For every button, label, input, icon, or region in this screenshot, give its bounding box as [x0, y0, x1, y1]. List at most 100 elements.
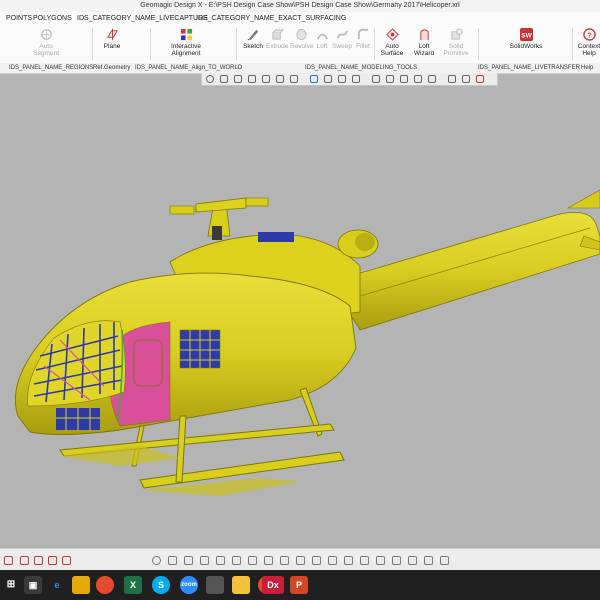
view-control-icon[interactable] — [168, 556, 177, 565]
edge-icon[interactable]: e — [48, 576, 66, 594]
solid-primitive-button[interactable]: Solid Primitive — [440, 25, 472, 57]
orbit-icon[interactable] — [206, 75, 214, 83]
view-control-icon[interactable] — [376, 556, 385, 565]
status-tool-icon[interactable] — [4, 556, 13, 565]
solidworks-label: SolidWorks — [509, 43, 543, 50]
context-help-button[interactable]: ? Context Help — [576, 25, 600, 57]
status-tool-icon[interactable] — [34, 556, 43, 565]
view-control-icon[interactable] — [312, 556, 321, 565]
fillet-button[interactable]: Fillet — [354, 25, 372, 50]
dx-icon[interactable]: Dx — [262, 576, 284, 594]
wireframe-icon[interactable] — [324, 75, 332, 83]
section-icon[interactable] — [338, 75, 346, 83]
view-control-icon[interactable] — [232, 556, 241, 565]
select-paint-icon[interactable] — [428, 75, 436, 83]
revolve-icon — [295, 28, 307, 41]
pan-icon[interactable] — [248, 75, 256, 83]
revolve-button[interactable]: Revolve — [290, 25, 314, 50]
help-icon: ? — [582, 28, 596, 41]
photos-icon[interactable] — [206, 576, 224, 594]
interactive-alignment-label: Interactive Alignment — [171, 43, 201, 57]
ribbon-separator — [374, 28, 375, 60]
tab-livecapture[interactable]: IDS_CATEGORY_NAME_LIVECAPTURE — [77, 12, 208, 25]
loft-wizard-label: Loft Wizard — [413, 43, 435, 57]
svg-text:SW: SW — [521, 32, 532, 39]
auto-segment-button[interactable]: Auto Segment — [32, 25, 60, 57]
view-control-icon[interactable] — [152, 556, 161, 565]
interactive-alignment-icon — [180, 28, 192, 41]
store-icon[interactable]: ▣ — [24, 576, 42, 594]
skype-icon[interactable]: S — [152, 576, 170, 594]
tail-boom — [329, 211, 600, 331]
ribbon-separator — [236, 28, 237, 60]
loft-button[interactable]: Loft — [314, 25, 330, 50]
view-control-icon[interactable] — [248, 556, 257, 565]
select-window-icon[interactable] — [386, 75, 394, 83]
loft-wizard-icon — [419, 29, 429, 41]
group-help: Help — [581, 65, 594, 71]
clip-icon[interactable] — [352, 75, 360, 83]
view-control-icon[interactable] — [328, 556, 337, 565]
filter-icon[interactable] — [448, 75, 456, 83]
visibility-icon[interactable] — [462, 75, 470, 83]
auto-surface-button[interactable]: Auto Surface — [376, 25, 408, 57]
extrude-button[interactable]: Extrude — [266, 25, 288, 50]
view-control-icon[interactable] — [264, 556, 273, 565]
view-control-icon[interactable] — [440, 556, 449, 565]
shaded-icon[interactable] — [310, 75, 318, 83]
view-control-icon[interactable] — [280, 556, 289, 565]
loft-wizard-button[interactable]: Loft Wizard — [410, 25, 438, 57]
view-control-icon[interactable] — [424, 556, 433, 565]
status-tool-icon[interactable] — [20, 556, 29, 565]
interactive-alignment-button[interactable]: Interactive Alignment — [164, 25, 208, 57]
tab-points[interactable]: POINTS — [6, 12, 32, 25]
start-icon[interactable]: ⊞ — [2, 576, 20, 594]
view-control-icon[interactable] — [184, 556, 193, 565]
view-control-icon[interactable] — [344, 556, 353, 565]
solidworks-icon: SW — [519, 28, 533, 41]
chrome-icon[interactable] — [96, 576, 114, 594]
excel-icon[interactable]: X — [124, 576, 142, 594]
helicopter-model — [14, 189, 600, 496]
select-icon[interactable] — [372, 75, 380, 83]
tab-exact-surfacing[interactable]: IDS_CATEGORY_NAME_EXACT_SURFACING — [196, 12, 346, 25]
select-brush-icon[interactable] — [414, 75, 422, 83]
sketch-button[interactable]: Sketch — [243, 25, 263, 50]
zoom-icon[interactable] — [234, 75, 242, 83]
model-viewport[interactable] — [0, 86, 600, 548]
view-control-icon[interactable] — [392, 556, 401, 565]
solidworks-button[interactable]: SW SolidWorks — [508, 25, 544, 50]
sweep-button[interactable]: Sweep — [332, 25, 352, 50]
tab-polygons[interactable]: POLYGONS — [33, 12, 72, 25]
view-iso-icon[interactable] — [290, 75, 298, 83]
view-toolbar — [201, 73, 498, 86]
select-lasso-icon[interactable] — [400, 75, 408, 83]
group-livetransfer: IDS_PANEL_NAME_LIVETRANSFER — [478, 65, 580, 71]
view-control-icon[interactable] — [360, 556, 369, 565]
auto-surface-icon — [385, 28, 399, 41]
plane-label: Plane — [103, 43, 121, 50]
svg-text:?: ? — [587, 30, 592, 39]
status-toolbar — [0, 548, 600, 571]
status-tool-icon[interactable] — [48, 556, 57, 565]
ribbon-tabs: POINTS POLYGONS IDS_CATEGORY_NAME_LIVECA… — [0, 12, 600, 26]
file-explorer-icon[interactable] — [72, 576, 90, 594]
ribbon-toolbar: Auto Segment Plane Interactive Alignment… — [0, 25, 600, 64]
group-modeling-tools: IDS_PANEL_NAME_MODELING_TOOLS — [305, 65, 418, 71]
view-front-icon[interactable] — [262, 75, 270, 83]
zoom-fit-icon[interactable] — [220, 75, 228, 83]
plane-icon — [106, 28, 118, 41]
plane-button[interactable]: Plane — [98, 25, 126, 50]
revolve-label: Revolve — [290, 43, 314, 50]
zoom-icon[interactable]: zoom — [180, 576, 198, 594]
close-view-icon[interactable] — [476, 75, 484, 83]
view-top-icon[interactable] — [276, 75, 284, 83]
view-control-icon[interactable] — [408, 556, 417, 565]
view-control-icon[interactable] — [216, 556, 225, 565]
view-control-icon[interactable] — [296, 556, 305, 565]
taskbar: ⊞ ▣ e X S zoom Dx P — [0, 570, 600, 600]
status-tool-icon[interactable] — [62, 556, 71, 565]
powerpoint-icon[interactable]: P — [290, 576, 308, 594]
view-control-icon[interactable] — [200, 556, 209, 565]
folder-icon[interactable] — [232, 576, 250, 594]
